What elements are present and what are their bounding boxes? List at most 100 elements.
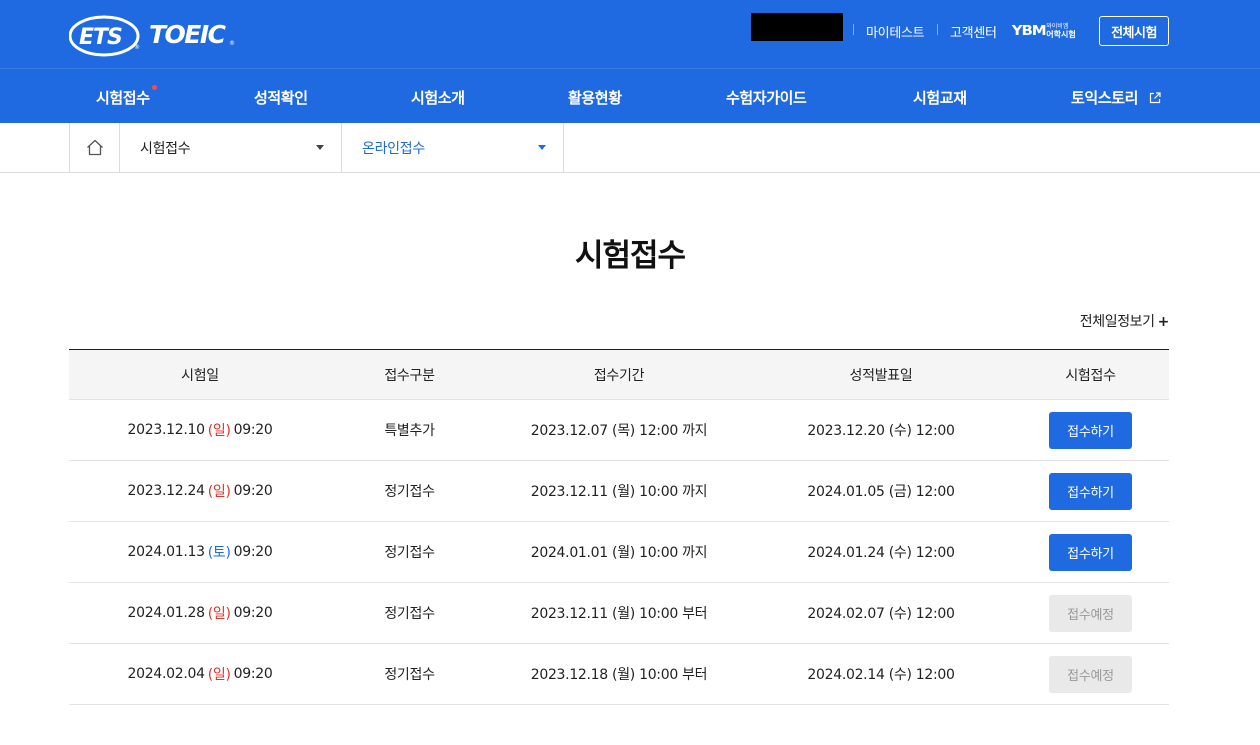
exam-date: 2023.12.24	[127, 483, 205, 499]
table-row: 2024.02.04 (일) 09:20 정기접수 2023.12.18 (월)…	[69, 644, 1169, 705]
registration-period-cell: 2024.01.01 (월) 10:00 까지	[530, 545, 708, 561]
exam-time: 09:20	[233, 666, 273, 682]
exam-date: 2024.02.04	[127, 666, 205, 682]
home-button[interactable]	[69, 123, 120, 172]
nav-item-label: 시험소개	[411, 89, 465, 107]
utility-divider	[937, 24, 938, 35]
exam-date: 2024.01.13	[127, 544, 205, 560]
home-icon	[86, 139, 103, 156]
external-link-icon	[1149, 92, 1161, 104]
register-pending-button: 접수예정	[1049, 655, 1132, 693]
registration-type-cell: 정기접수	[384, 484, 435, 500]
exam-time: 09:20	[233, 483, 273, 499]
breadcrumb-select-level1[interactable]: 시험접수	[120, 123, 342, 172]
exam-day: (일)	[207, 667, 231, 683]
result-date-cell: 2024.02.14 (수) 12:00	[807, 667, 955, 683]
column-header-exam-date: 시험일	[181, 367, 219, 384]
column-header-period: 접수기간	[593, 367, 645, 384]
table-row: 2024.01.13 (토) 09:20 정기접수 2024.01.01 (월)…	[69, 522, 1169, 583]
caret-down-icon	[316, 145, 324, 150]
table-row: 2024.01.28 (일) 09:20 정기접수 2023.12.11 (월)…	[69, 583, 1169, 644]
exam-date: 2023.12.10	[127, 422, 205, 438]
nav-item-score[interactable]: 성적확인	[254, 87, 308, 108]
column-header-result-date: 성적발표일	[849, 367, 913, 384]
nav-item-about[interactable]: 시험소개	[411, 87, 465, 108]
register-button[interactable]: 접수하기	[1049, 533, 1132, 571]
breadcrumb-level1-label: 시험접수	[140, 140, 191, 157]
breadcrumb-level2-label: 온라인접수	[362, 140, 425, 157]
nav-item-label: 시험접수	[96, 89, 150, 107]
nav-item-label: 수험자가이드	[726, 89, 807, 107]
action-cell: 접수예정	[1012, 644, 1169, 704]
ybm-text: 와이비엠 어학시험	[1046, 23, 1075, 39]
nav-item-guide[interactable]: 수험자가이드	[726, 87, 807, 108]
action-cell: 접수예정	[1012, 583, 1169, 643]
nav-item-books[interactable]: 시험교재	[913, 87, 967, 108]
svg-text:®: ®	[134, 44, 140, 51]
nav-item-label: 시험교재	[913, 89, 967, 107]
view-full-schedule-label: 전체일정보기	[1079, 314, 1155, 330]
exam-day: (일)	[207, 606, 231, 622]
util-link-mytest[interactable]: 마이테스트	[866, 22, 925, 41]
registration-period-cell: 2023.12.07 (목) 12:00 까지	[530, 423, 708, 439]
action-cell: 접수하기	[1012, 522, 1169, 582]
result-date-cell: 2024.01.24 (수) 12:00	[807, 545, 955, 561]
exam-date: 2024.01.28	[127, 605, 205, 621]
redacted-user-info	[751, 13, 843, 41]
registration-period-cell: 2023.12.18 (월) 10:00 부터	[530, 667, 708, 683]
exam-date-cell: 2023.12.10 (일) 09:20	[69, 400, 331, 460]
exam-date-cell: 2024.01.13 (토) 09:20	[69, 522, 331, 582]
registration-period-cell: 2023.12.11 (월) 10:00 까지	[530, 484, 708, 500]
view-full-schedule-link[interactable]: 전체일정보기 +	[1079, 311, 1170, 331]
registration-period-cell: 2023.12.11 (월) 10:00 부터	[530, 606, 708, 622]
column-header-type: 접수구분	[384, 367, 435, 384]
new-indicator-dot	[151, 85, 157, 90]
exam-time: 09:20	[233, 422, 273, 438]
ybm-mark: YBM	[1011, 23, 1047, 39]
registration-type-cell: 정기접수	[384, 667, 435, 683]
schedule-table: 시험일 접수구분 접수기간 성적발표일 시험접수 2023.12.10 (일) …	[69, 349, 1169, 705]
ets-toeic-logo[interactable]: ETS ® TOEIC ®	[69, 12, 239, 58]
column-header-action: 시험접수	[1065, 367, 1116, 384]
register-button[interactable]: 접수하기	[1049, 472, 1132, 510]
result-date-cell: 2024.02.07 (수) 12:00	[807, 606, 955, 622]
register-button[interactable]: 접수하기	[1049, 411, 1132, 449]
util-link-customer-center[interactable]: 고객센터	[950, 22, 997, 41]
table-row: 2023.12.24 (일) 09:20 정기접수 2023.12.11 (월)…	[69, 461, 1169, 522]
action-cell: 접수하기	[1012, 400, 1169, 460]
nav-item-usage[interactable]: 활용현황	[568, 87, 622, 108]
ybm-logo[interactable]: YBM 와이비엠 어학시험	[1011, 22, 1076, 40]
ets-toeic-logo-graphic: ETS ® TOEIC ®	[69, 15, 235, 57]
all-tests-button[interactable]: 전체시험	[1099, 16, 1169, 46]
result-date-cell: 2024.01.05 (금) 12:00	[807, 484, 955, 500]
exam-date-cell: 2024.01.28 (일) 09:20	[69, 583, 331, 643]
svg-text:TOEIC: TOEIC	[149, 20, 227, 49]
table-body: 2023.12.10 (일) 09:20 특별추가 2023.12.07 (목)…	[69, 400, 1169, 705]
registration-type-cell: 특별추가	[384, 423, 435, 439]
plus-icon: +	[1157, 314, 1170, 330]
breadcrumb-select-level2[interactable]: 온라인접수	[342, 123, 564, 172]
nav-item-label: 활용현황	[568, 89, 622, 107]
main-nav: 시험접수 성적확인 시험소개 활용현황 수험자가이드 시험교재 토익스토리	[0, 68, 1260, 123]
exam-day: (일)	[207, 484, 231, 500]
registration-type-cell: 정기접수	[384, 545, 435, 561]
breadcrumb: 시험접수 온라인접수	[0, 123, 1260, 173]
page-title: 시험접수	[574, 238, 686, 274]
exam-day: (토)	[207, 545, 231, 561]
table-header-row: 시험일 접수구분 접수기간 성적발표일 시험접수	[69, 350, 1169, 400]
result-date-cell: 2023.12.20 (수) 12:00	[807, 423, 955, 439]
nav-item-story[interactable]: 토익스토리	[1071, 87, 1161, 108]
exam-time: 09:20	[233, 605, 273, 621]
svg-text:®: ®	[229, 40, 235, 47]
exam-date-cell: 2023.12.24 (일) 09:20	[69, 461, 331, 521]
svg-text:ETS: ETS	[79, 25, 122, 50]
table-row: 2023.12.10 (일) 09:20 특별추가 2023.12.07 (목)…	[69, 400, 1169, 461]
utility-divider	[853, 24, 854, 35]
ybm-text-line2: 어학시험	[1046, 30, 1076, 39]
top-header: ETS ® TOEIC ® 마이테스트 고객센터 YBM 와이비엠 어학시험 전…	[0, 0, 1260, 68]
action-cell: 접수하기	[1012, 461, 1169, 521]
nav-item-label: 토익스토리	[1071, 89, 1139, 107]
nav-item-registration[interactable]: 시험접수	[96, 85, 157, 108]
registration-type-cell: 정기접수	[384, 606, 435, 622]
nav-item-label: 성적확인	[254, 89, 308, 107]
